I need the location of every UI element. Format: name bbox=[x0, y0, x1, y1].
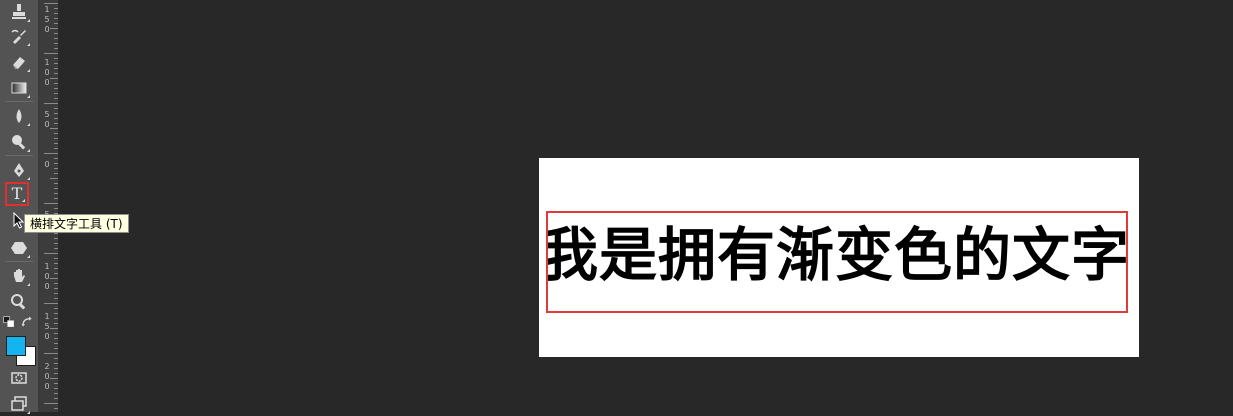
vertical-ruler: 15010050050100150200 bbox=[38, 0, 59, 412]
default-colors-icon bbox=[3, 316, 14, 327]
default-colors-button[interactable] bbox=[1, 314, 17, 330]
ruler-label-digit: 0 bbox=[44, 272, 50, 281]
ruler-label-digit: 0 bbox=[44, 382, 50, 391]
zoom-icon bbox=[11, 294, 26, 310]
tooltip-text: 横排文字工具 (T) bbox=[30, 217, 123, 231]
ruler-label-digit: 1 bbox=[44, 312, 50, 321]
color-swatches bbox=[4, 334, 36, 366]
quick-mask-icon bbox=[11, 372, 27, 384]
eraser-icon bbox=[13, 57, 25, 69]
dodge-tool[interactable] bbox=[6, 130, 32, 154]
ruler-label-digit: 0 bbox=[44, 68, 50, 77]
ruler-label-digit: 0 bbox=[44, 332, 50, 341]
dodge-icon bbox=[12, 135, 26, 150]
canvas-text: 我是拥有渐变色的文字 bbox=[546, 221, 1128, 289]
pen-icon bbox=[14, 163, 24, 177]
screen-mode-button[interactable] bbox=[6, 392, 32, 416]
zoom-tool[interactable] bbox=[6, 290, 32, 314]
hand-icon bbox=[14, 269, 25, 282]
screen-mode-icon bbox=[11, 396, 27, 411]
text-layer-highlight[interactable]: 我是拥有渐变色的文字 bbox=[546, 211, 1128, 313]
tools-panel: T bbox=[0, 0, 39, 414]
history-brush-tool[interactable] bbox=[6, 24, 32, 48]
type-icon: T bbox=[11, 184, 23, 203]
ruler-label-digit: 0 bbox=[44, 120, 50, 129]
pen-tool[interactable] bbox=[6, 158, 32, 182]
ruler-label-digit: 2 bbox=[44, 362, 50, 371]
foreground-color-swatch[interactable] bbox=[6, 336, 26, 356]
clone-stamp-tool[interactable] bbox=[6, 0, 32, 24]
shape-icon bbox=[11, 242, 27, 254]
ruler-label-digit: 0 bbox=[44, 372, 50, 381]
ruler-label-digit: 5 bbox=[44, 110, 50, 119]
gradient-icon bbox=[11, 82, 27, 94]
type-tool-tooltip: 横排文字工具 (T) bbox=[24, 214, 129, 233]
swap-colors-button[interactable] bbox=[19, 314, 35, 330]
clone-stamp-icon bbox=[12, 4, 26, 19]
shape-tool[interactable] bbox=[6, 236, 32, 260]
document-canvas[interactable]: 我是拥有渐变色的文字 bbox=[539, 158, 1139, 357]
ruler-label-digit: 0 bbox=[44, 25, 50, 34]
blur-tool[interactable] bbox=[6, 104, 32, 128]
ruler-label-digit: 1 bbox=[44, 58, 50, 67]
hand-tool[interactable] bbox=[6, 264, 32, 288]
swap-colors-icon bbox=[21, 316, 32, 327]
ruler-label-digit: 0 bbox=[44, 78, 50, 87]
blur-icon bbox=[16, 109, 22, 123]
quick-mask-button[interactable] bbox=[6, 366, 32, 390]
ruler-label-digit: 5 bbox=[44, 15, 50, 24]
gradient-tool[interactable] bbox=[6, 76, 32, 100]
ruler-label-digit: 0 bbox=[44, 160, 50, 169]
horizontal-type-tool[interactable]: T bbox=[5, 182, 29, 206]
eraser-tool[interactable] bbox=[6, 50, 32, 74]
history-brush-icon bbox=[11, 29, 26, 44]
ruler-label-digit: 0 bbox=[44, 282, 50, 291]
ruler-label-digit: 1 bbox=[44, 5, 50, 14]
ruler-label-digit: 5 bbox=[44, 322, 50, 331]
ruler-label-digit: 1 bbox=[44, 262, 50, 271]
